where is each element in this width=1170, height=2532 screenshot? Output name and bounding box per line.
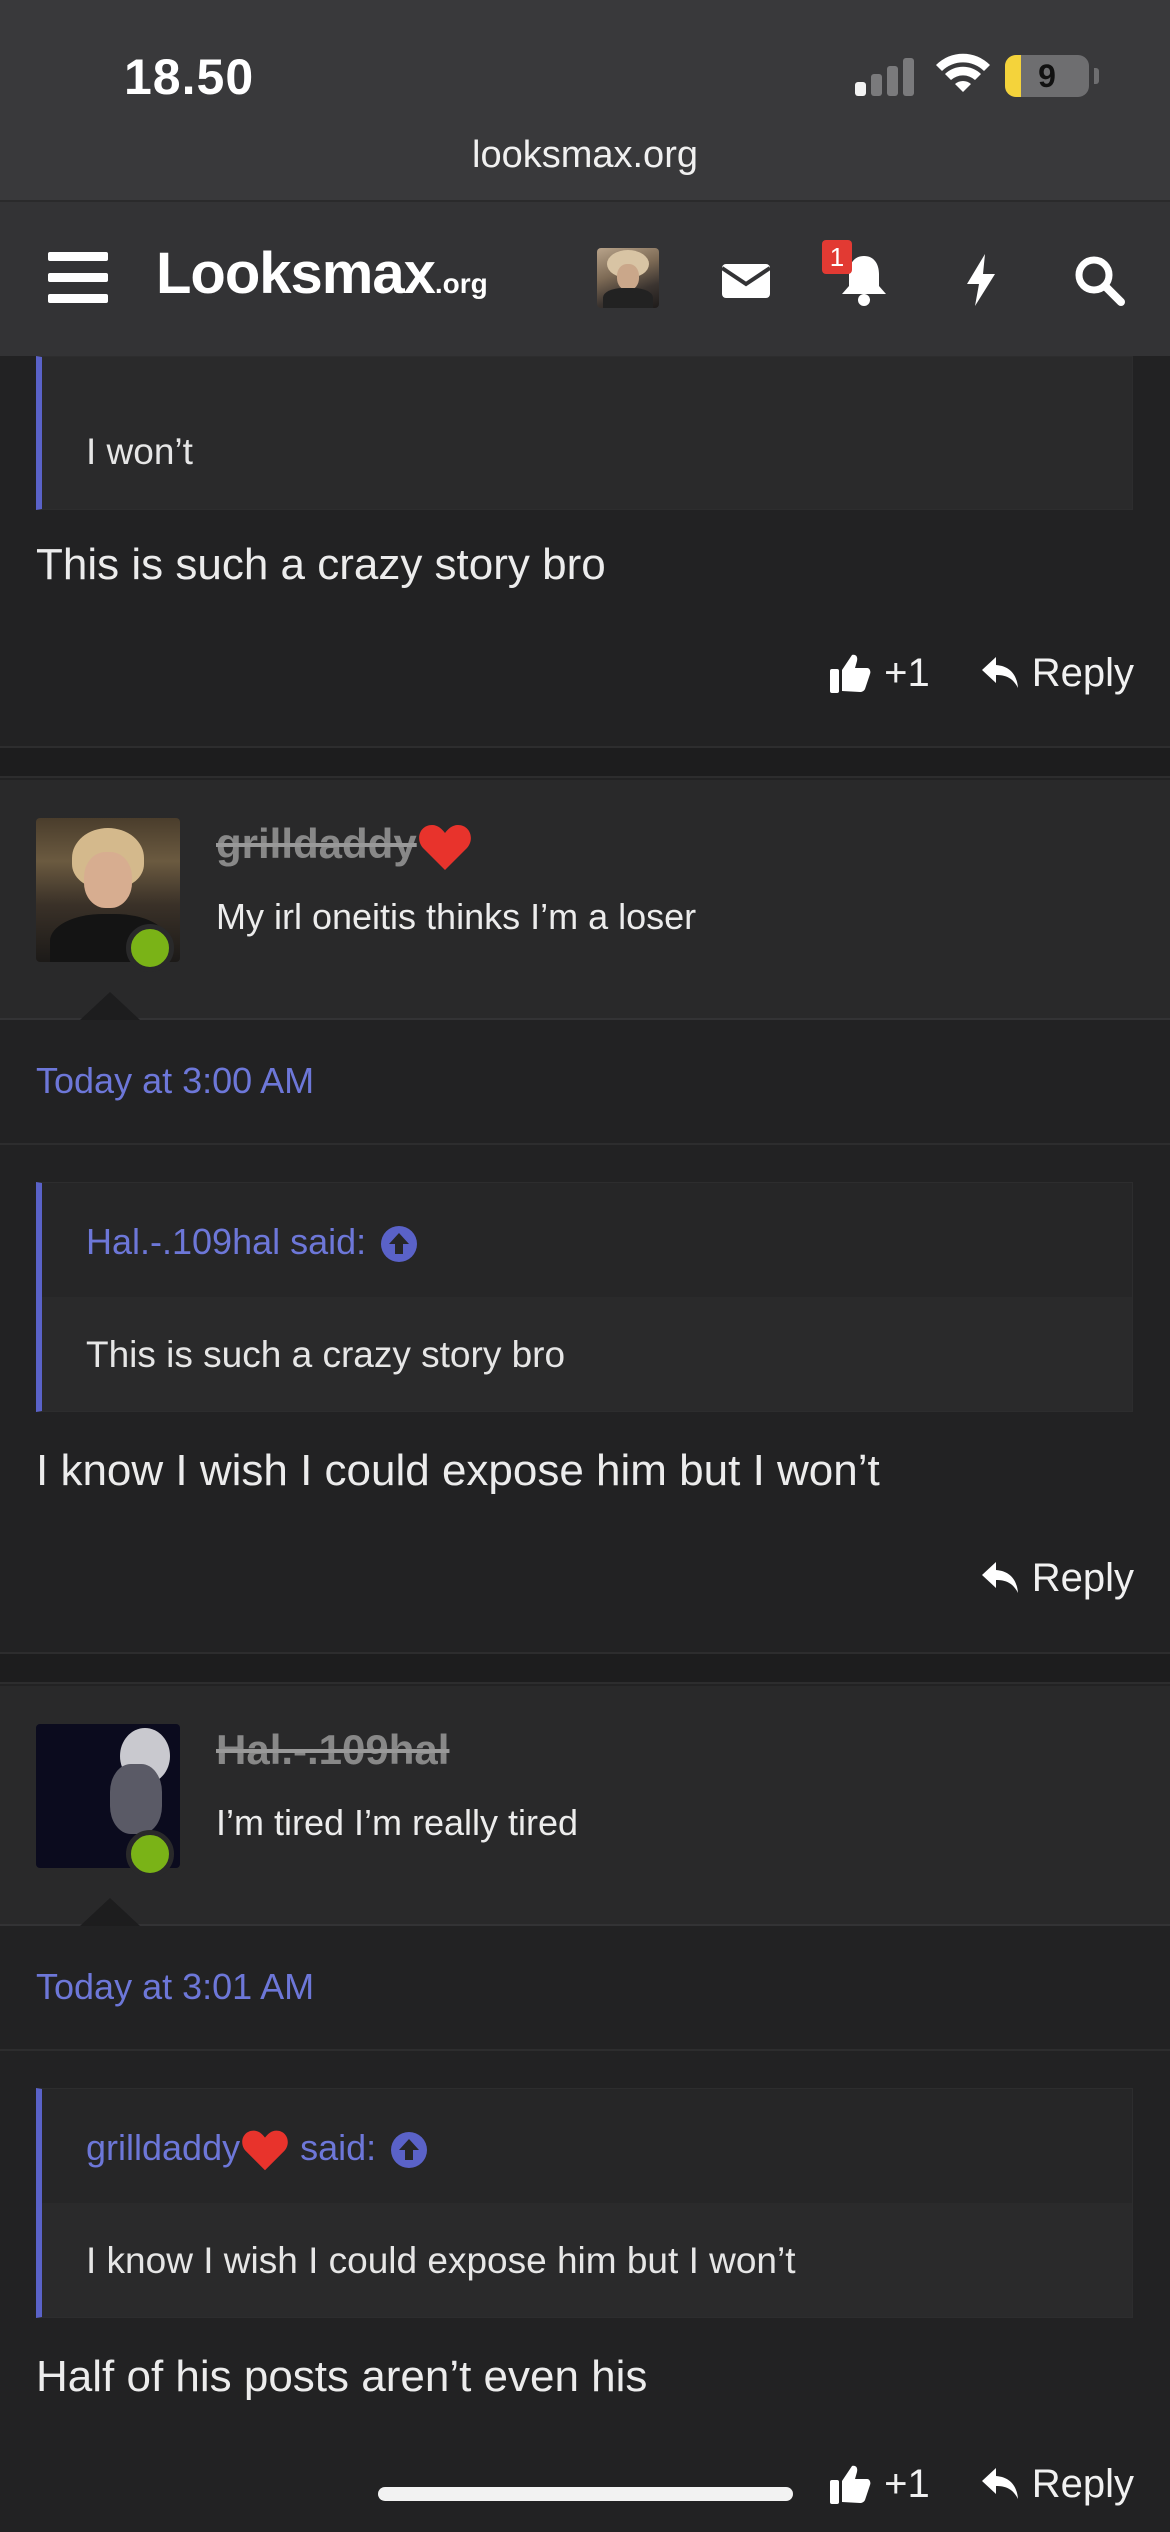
battery-icon: 9 [1005, 55, 1099, 97]
arrow-up-circle-icon[interactable] [390, 2131, 428, 2169]
reply-label: Reply [1031, 1555, 1134, 1600]
header-caret [80, 1898, 140, 1926]
reply-icon [981, 657, 1018, 688]
post-timestamp[interactable]: Today at 3:01 AM [36, 1966, 314, 2008]
signal-icon [855, 58, 915, 96]
reply-button[interactable]: Reply [980, 1556, 1134, 1601]
divider [0, 1143, 1170, 1145]
post-separator [0, 746, 1170, 778]
quote-text: I won’t [86, 431, 193, 472]
quote-said: said: [290, 2127, 377, 2168]
reply-label: Reply [1031, 2461, 1134, 2506]
quote-text: This is such a crazy story bro [86, 1334, 566, 1375]
post-actions: +1 Reply [778, 645, 1134, 701]
quote-block: Hal.-.109hal said: This is such a crazy … [36, 1182, 1133, 1412]
quote-author-link[interactable]: Hal.-.109hal said: [86, 1221, 418, 1263]
like-button[interactable]: +1 [828, 2462, 930, 2507]
username[interactable]: grilldaddy [216, 820, 473, 872]
like-count: +1 [884, 2461, 930, 2506]
post-body: I know I wish I could expose him but I w… [36, 1446, 880, 1495]
post-actions: +1 Reply [778, 2456, 1134, 2512]
online-indicator [126, 1830, 174, 1878]
online-indicator [126, 924, 174, 972]
notification-badge: 1 [822, 240, 852, 274]
post-body: This is such a crazy story bro [36, 540, 606, 589]
reply-label: Reply [1031, 650, 1134, 695]
post-timestamp[interactable]: Today at 3:00 AM [36, 1060, 314, 1102]
like-count: +1 [884, 650, 930, 695]
quote-body: I know I wish I could expose him but I w… [42, 2203, 1132, 2317]
header-caret [80, 992, 140, 1020]
arrow-up-circle-icon[interactable] [380, 1225, 418, 1263]
quote-author: grilldaddy [86, 2127, 241, 2168]
post-author-header: grilldaddy My irl oneitis thinks I’m a l… [0, 780, 1170, 1020]
divider [0, 2049, 1170, 2051]
logo-text: Looksmax [156, 241, 436, 306]
post-body: Half of his posts aren’t even his [36, 2352, 648, 2401]
reply-icon [981, 2468, 1018, 2499]
quote-block: I won’t [36, 356, 1133, 510]
quote-author: Hal.-.109hal said: [86, 1221, 367, 1262]
status-time: 18.50 [124, 49, 255, 105]
logo-suffix: .org [434, 268, 488, 299]
thumbs-up-icon [830, 654, 871, 693]
username-text: Hal.-.109hal [216, 1726, 450, 1773]
quote-body: This is such a crazy story bro [42, 1297, 1132, 1411]
quote-text: I know I wish I could expose him but I w… [86, 2240, 796, 2281]
menu-icon[interactable] [48, 252, 108, 304]
bolt-icon[interactable] [953, 252, 1009, 308]
address-bar-url[interactable]: looksmax.org [0, 134, 1170, 177]
username-text: grilldaddy [216, 820, 417, 867]
status-bar: 18.50 9 looksmax.org [0, 0, 1170, 200]
search-icon[interactable] [1071, 252, 1127, 308]
heart-icon [418, 824, 471, 870]
quote-author-link[interactable]: grilldaddy said: [86, 2127, 428, 2172]
quote-body: I won’t [42, 357, 1132, 509]
post-author-header: Hal.-.109hal I’m tired I’m really tired [0, 1686, 1170, 1926]
home-indicator[interactable] [378, 2487, 793, 2501]
like-button[interactable]: +1 [828, 651, 930, 696]
user-title: I’m tired I’m really tired [216, 1802, 579, 1843]
reply-button[interactable]: Reply [980, 2462, 1134, 2507]
quote-block: grilldaddy said: I know I wish I could e… [36, 2088, 1133, 2318]
post-separator [0, 1652, 1170, 1684]
heart-icon [242, 2131, 288, 2171]
quote-header: grilldaddy said: [42, 2089, 1132, 2203]
username[interactable]: Hal.-.109hal [216, 1726, 449, 1774]
site-logo[interactable]: Looksmax.org [156, 240, 488, 310]
user-title: My irl oneitis thinks I’m a loser [216, 896, 697, 937]
envelope-icon[interactable] [718, 252, 774, 308]
thumbs-up-icon [830, 2465, 871, 2504]
post-actions: Reply [930, 1550, 1134, 1606]
site-header: Looksmax.org 1 [0, 202, 1170, 356]
quote-header: Hal.-.109hal said: [42, 1183, 1132, 1297]
reply-icon [981, 1562, 1018, 1593]
avatar[interactable] [597, 248, 659, 308]
battery-level: 9 [1038, 58, 1056, 94]
wifi-icon [936, 53, 990, 92]
reply-button[interactable]: Reply [980, 651, 1134, 696]
